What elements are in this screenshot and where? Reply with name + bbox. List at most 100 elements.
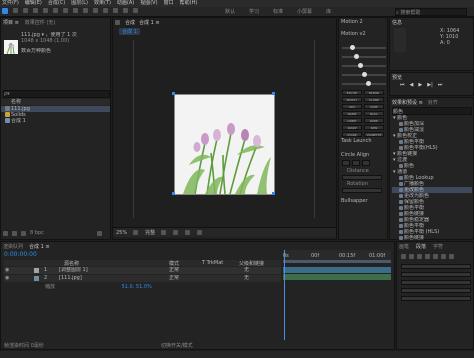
- rotation-slider[interactable]: [342, 188, 382, 193]
- motion-slider[interactable]: [342, 81, 386, 86]
- pen-tool-icon[interactable]: [73, 8, 78, 13]
- indent-right-field[interactable]: [401, 272, 471, 277]
- align-center-icon[interactable]: [409, 254, 414, 259]
- motion-button-spin[interactable]: SPIN: [364, 125, 384, 130]
- menu-item-2[interactable]: 合成(C): [48, 0, 65, 7]
- new-composition-icon[interactable]: [21, 230, 26, 236]
- menu-item-7[interactable]: 窗口: [164, 0, 174, 7]
- menu-item-8[interactable]: 帮助(H): [180, 0, 198, 7]
- space-after-field[interactable]: [401, 296, 471, 301]
- workspace-tab-2[interactable]: 标准: [273, 8, 283, 15]
- visibility-eye-icon[interactable]: ◉: [5, 267, 9, 273]
- col-mode[interactable]: 模式: [169, 260, 179, 267]
- visibility-eye-icon[interactable]: ◉: [5, 275, 9, 281]
- tab-timeline-comp[interactable]: 合成 1 ≡: [29, 243, 50, 250]
- justify-all-icon[interactable]: [449, 254, 454, 259]
- time-ruler[interactable]: 0s 00f 00:15f 01:00f: [283, 250, 391, 260]
- shape-tool-icon[interactable]: [63, 8, 68, 13]
- align-button-2[interactable]: [352, 160, 360, 166]
- motion-button-rope[interactable]: ROPE: [364, 118, 384, 123]
- menu-item-4[interactable]: 效果(T): [94, 0, 111, 7]
- layer-color-label[interactable]: [34, 276, 39, 281]
- new-folder-icon[interactable]: [12, 230, 17, 236]
- motion-button-stare[interactable]: STARE: [342, 132, 362, 137]
- align-button-1[interactable]: [342, 160, 350, 166]
- project-search-input[interactable]: ρ▾: [4, 91, 10, 97]
- quality-dropdown[interactable]: 完整: [145, 229, 155, 236]
- indent-left-field[interactable]: [401, 264, 471, 269]
- color-channel-icon[interactable]: [197, 230, 203, 235]
- motion-slider[interactable]: [342, 72, 386, 77]
- first-frame-icon[interactable]: ⏮: [400, 82, 405, 88]
- layer-name[interactable]: [111.jpg]: [59, 275, 82, 281]
- tab-align[interactable]: 对齐: [428, 99, 438, 106]
- track-bar-2[interactable]: [283, 274, 391, 280]
- clone-tool-icon[interactable]: [103, 8, 108, 13]
- layer-mode-dropdown[interactable]: 正常: [169, 267, 179, 273]
- slider-knob[interactable]: [362, 72, 367, 77]
- layer-parent-dropdown[interactable]: 无: [244, 267, 249, 273]
- rotate-tool-icon[interactable]: [33, 8, 38, 13]
- selection-handle-br[interactable]: [272, 192, 275, 195]
- scale-value[interactable]: 51.0, 51.0%: [122, 284, 152, 290]
- motion-button-warp[interactable]: WARP: [342, 125, 362, 130]
- motion-button-burst[interactable]: BURST: [342, 97, 362, 102]
- align-left-icon[interactable]: [401, 254, 406, 259]
- selection-handle-tr[interactable]: [272, 92, 275, 95]
- indent-first-field[interactable]: [401, 280, 471, 285]
- col-source-name[interactable]: 源名称: [64, 260, 79, 267]
- menu-item-1[interactable]: 编辑(E): [25, 0, 42, 7]
- eraser-tool-icon[interactable]: [113, 8, 118, 13]
- task-launch-label[interactable]: Task Launch: [341, 138, 372, 144]
- bit-depth-label[interactable]: 8 bpc: [30, 230, 44, 236]
- tab-composition-1[interactable]: 合成 1 ≡: [139, 19, 160, 26]
- brush-tool-icon[interactable]: [93, 8, 98, 13]
- workspace-tab-4[interactable]: 库: [326, 8, 331, 15]
- selection-handle-bl[interactable]: [172, 192, 175, 195]
- zoom-tool-icon[interactable]: [23, 8, 28, 13]
- tab-info[interactable]: 信息: [392, 19, 402, 26]
- slider-knob[interactable]: [358, 63, 363, 68]
- comp-flow-tab[interactable]: 合成 1: [122, 29, 137, 35]
- slider-knob[interactable]: [350, 45, 355, 50]
- col-parent[interactable]: 父级和链接: [239, 260, 264, 267]
- search-help-field[interactable]: 搜索帮助: [400, 10, 420, 16]
- tab-render-queue[interactable]: 渲染队列: [3, 243, 23, 250]
- track-bar-1[interactable]: [283, 267, 391, 273]
- tab-project[interactable]: 项目 ≡: [3, 19, 19, 26]
- motion-button-dim[interactable]: DIM: [342, 104, 362, 109]
- lock-icon[interactable]: [115, 20, 120, 25]
- work-area-bar[interactable]: [283, 260, 391, 263]
- playhead[interactable]: [284, 250, 285, 340]
- fit-icon[interactable]: [133, 230, 139, 235]
- menu-item-5[interactable]: 动画(A): [117, 0, 134, 7]
- tab-character[interactable]: 字符: [433, 243, 443, 250]
- slider-knob[interactable]: [366, 81, 371, 86]
- workspace-tab-1[interactable]: 学习: [249, 8, 259, 15]
- timeline-timecode[interactable]: 0:00:00:00: [4, 251, 37, 258]
- interpret-footage-icon[interactable]: [3, 230, 8, 236]
- last-frame-icon[interactable]: ⏭: [438, 82, 443, 88]
- layer-parent-dropdown[interactable]: 无: [244, 275, 249, 281]
- play-icon[interactable]: ▶: [418, 82, 422, 88]
- bullseye-label[interactable]: Bullsapper: [341, 198, 368, 204]
- justify-right-icon[interactable]: [441, 254, 446, 259]
- layer-name[interactable]: [调整图层 1]: [59, 267, 88, 273]
- menu-item-6[interactable]: 视图(V): [140, 0, 157, 7]
- selection-tool-icon[interactable]: [2, 8, 8, 14]
- timeline-layer-row[interactable]: ◉ 1 [调整图层 1] 正常 无: [4, 267, 281, 274]
- tab-paragraph[interactable]: 段落: [416, 243, 426, 250]
- motion-slider[interactable]: [342, 63, 386, 68]
- motion-button-name[interactable]: NAME: [342, 111, 362, 116]
- motion-slider[interactable]: [342, 54, 386, 59]
- tab-effects-presets[interactable]: 效果和预设 ≡: [392, 99, 423, 106]
- justify-center-icon[interactable]: [433, 254, 438, 259]
- motion-button-jump[interactable]: JUMP: [364, 104, 384, 109]
- motion-slider[interactable]: [342, 45, 386, 50]
- layer-mode-dropdown[interactable]: 正常: [169, 275, 179, 281]
- camera-tool-icon[interactable]: [43, 8, 48, 13]
- motion-button-null[interactable]: NULL: [364, 111, 384, 116]
- align-button-3[interactable]: [362, 160, 370, 166]
- column-name-header[interactable]: 名称: [1, 99, 21, 105]
- col-trkmat[interactable]: T TrkMat: [202, 260, 223, 266]
